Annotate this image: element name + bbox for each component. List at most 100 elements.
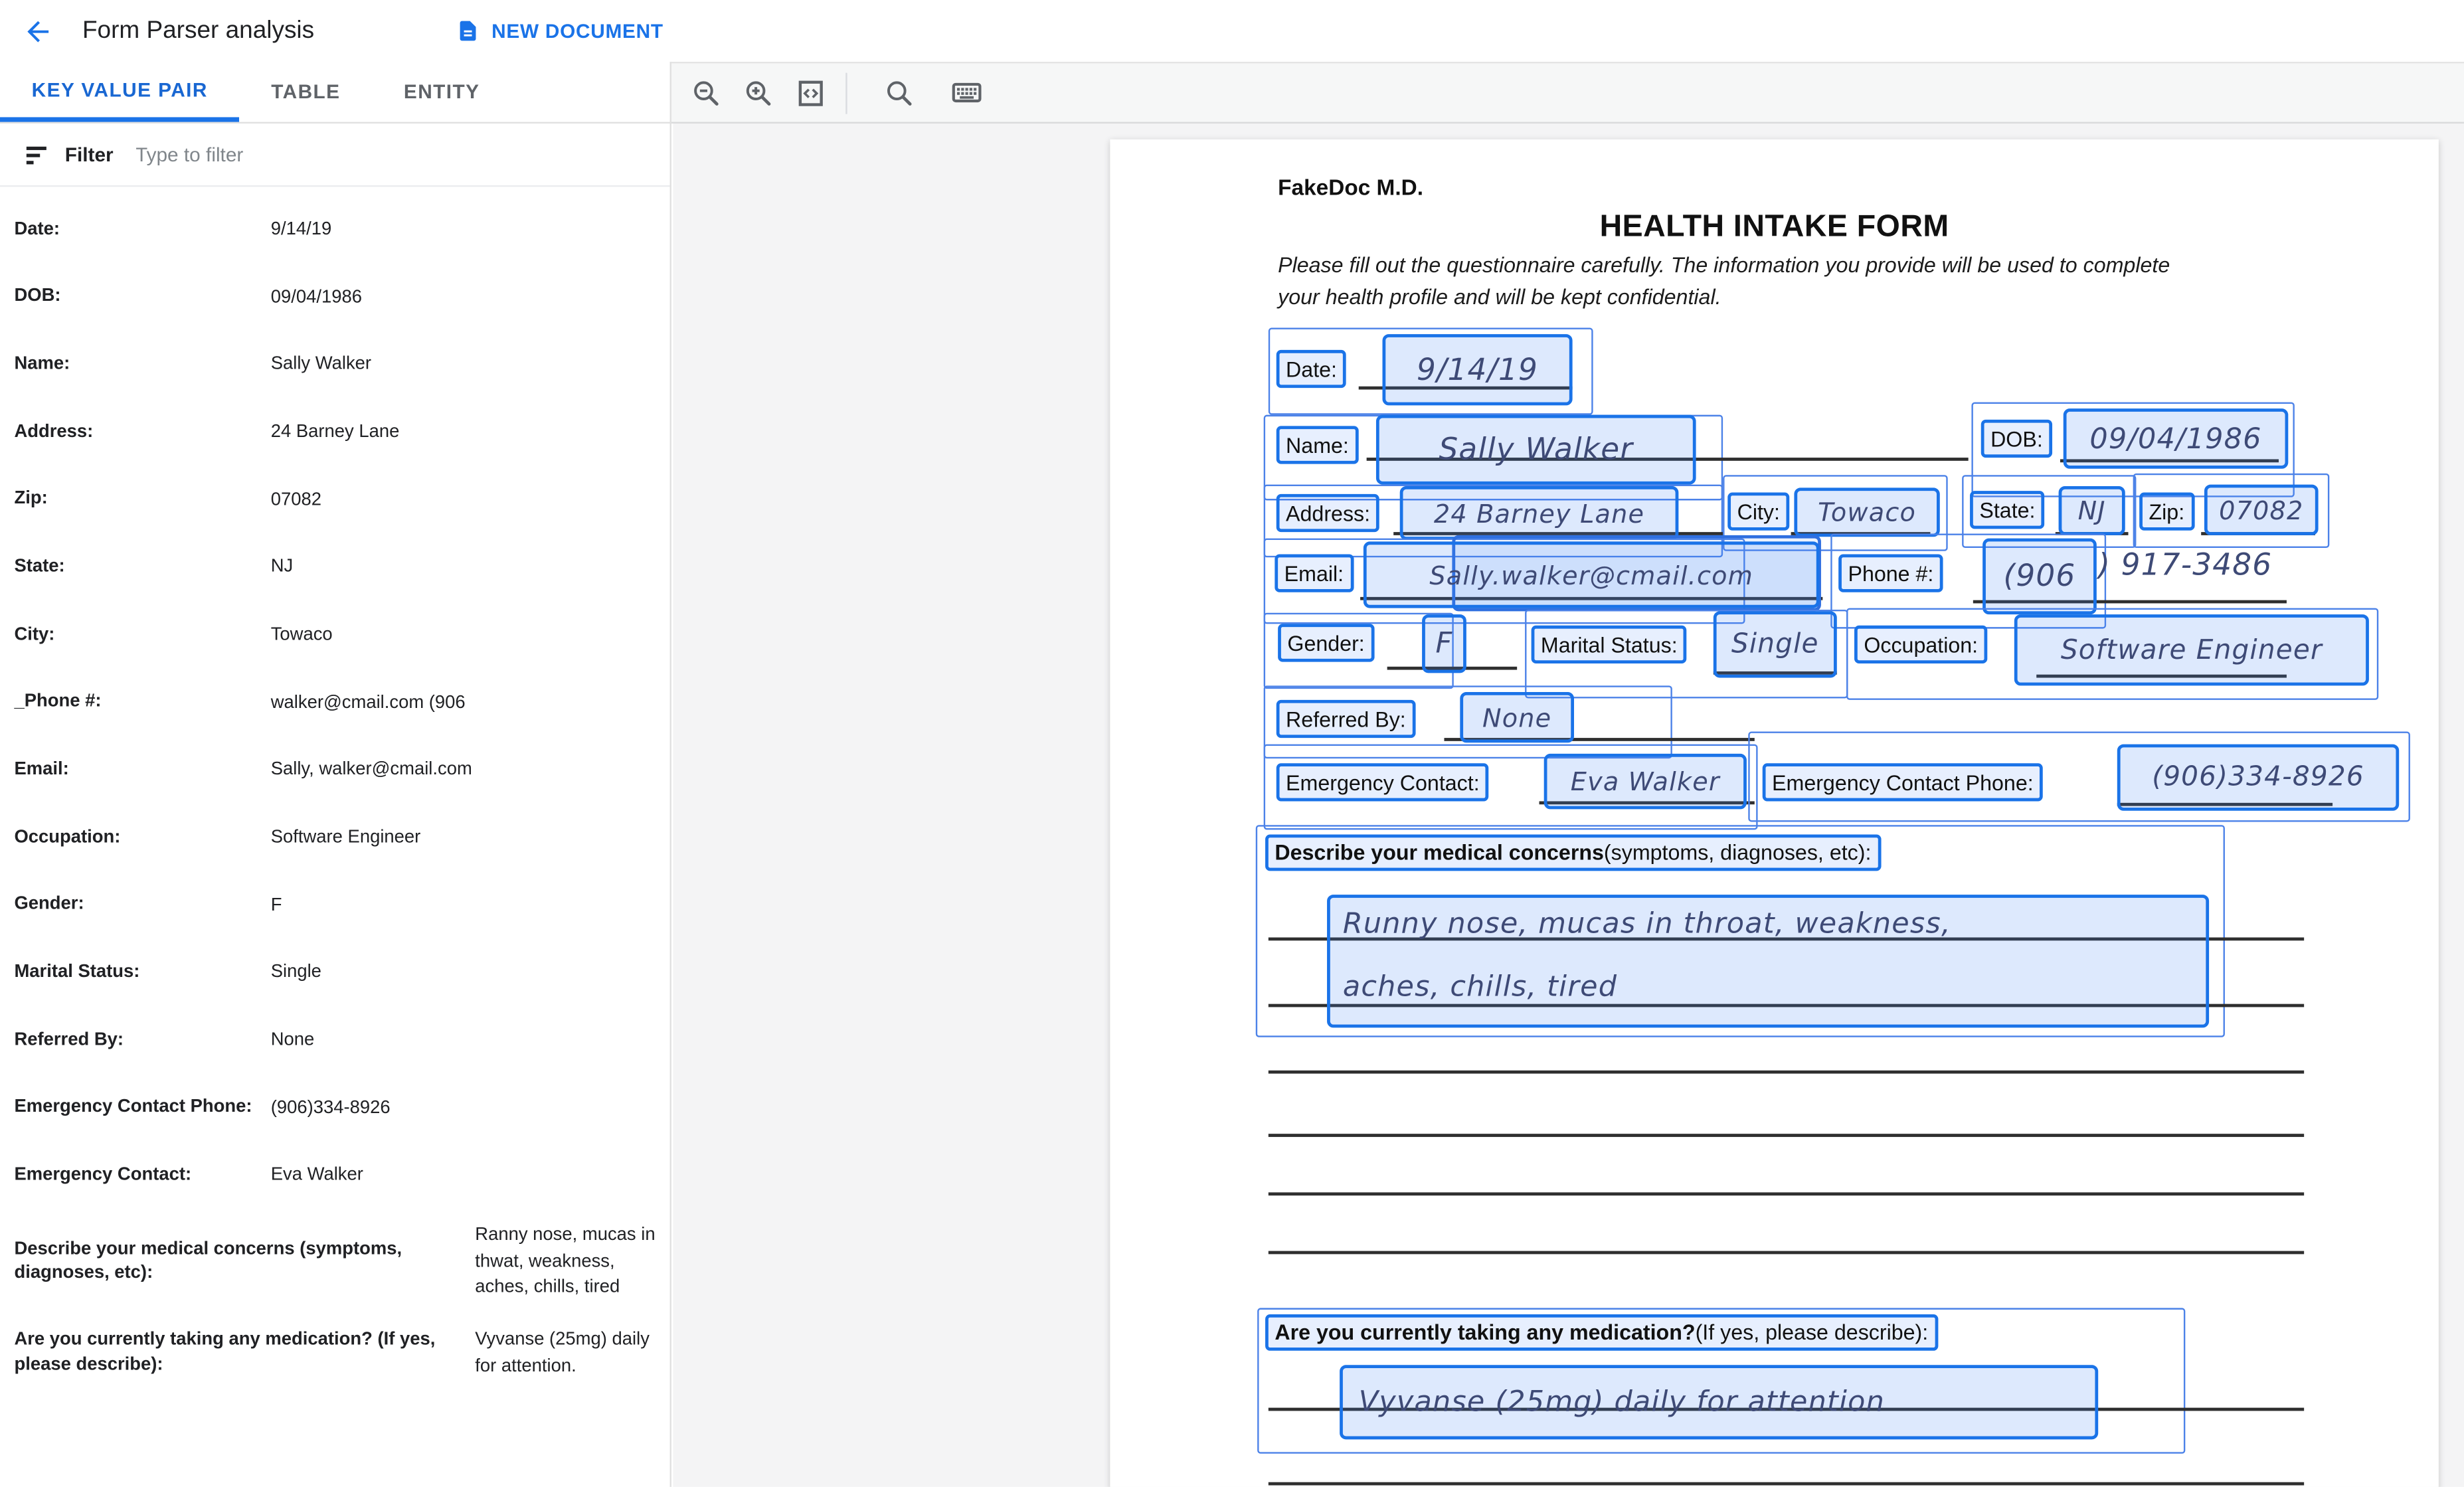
kv-value: 09/04/1986 <box>270 288 362 307</box>
phone-value-box[interactable]: (906 <box>1982 538 2097 615</box>
kv-value: Towaco <box>270 625 333 645</box>
emergency-phone-handwriting: (906)334-8926 <box>2152 761 2364 794</box>
blank-rule-2 <box>1268 1134 2305 1137</box>
kv-key: Describe your medical concerns (symptoms… <box>14 1239 402 1283</box>
kv-value: 24 Barney Lane <box>270 422 400 442</box>
emergency-phone-label-box[interactable]: Emergency Contact Phone: <box>1762 763 2043 802</box>
kv-row-name[interactable]: Name: Sally Walker <box>0 331 670 399</box>
viewer-toolbar <box>671 61 2464 124</box>
gender-label-box[interactable]: Gender: <box>1278 624 1375 662</box>
name-value-box[interactable]: Sally Walker <box>1375 414 1696 485</box>
new-document-button[interactable]: NEW DOCUMENT <box>457 19 663 43</box>
kv-row-zip[interactable]: Zip: 07082 <box>0 467 670 535</box>
kv-row-medical-concerns[interactable]: Describe your medical concerns (symptoms… <box>0 1210 670 1314</box>
marital-label-box[interactable]: Marital Status: <box>1531 625 1687 664</box>
key-value-list: Date: 9/14/19 DOB: 09/04/1986 Name: Sally W… <box>0 187 670 1392</box>
kv-row-state[interactable]: State: NJ <box>0 534 670 602</box>
tab-key-value-pair[interactable]: KEY VALUE PAIR <box>0 62 240 122</box>
kv-row-city[interactable]: City: Towaco <box>0 602 670 669</box>
zip-value-box[interactable]: 07082 <box>2204 484 2319 535</box>
concerns-value-box[interactable]: Runny nose, mucas in throat, weakness, a… <box>1327 895 2210 1028</box>
kv-row-dob[interactable]: DOB: 09/04/1986 <box>0 264 670 331</box>
city-label-box[interactable]: City: <box>1727 492 1790 531</box>
phone-handwriting-highlighted: (906 <box>2003 559 2076 594</box>
key-value-panel: Filter Date: 9/14/19 DOB: 09/04/1986 Name:… <box>0 123 671 1487</box>
emergency-phone-value-box[interactable]: (906)334-8926 <box>2117 744 2400 811</box>
doc-title: HEALTH INTAKE FORM <box>1599 209 1949 244</box>
page-title: Form Parser analysis <box>82 17 315 44</box>
tab-bar: KEY VALUE PAIR TABLE ENTITY <box>0 61 671 124</box>
referred-value-box[interactable]: None <box>1460 691 1574 743</box>
concerns-label-bold: Describe your medical concerns <box>1275 841 1604 865</box>
keyboard-icon[interactable] <box>948 75 983 110</box>
kv-key: _Phone #: <box>14 692 102 712</box>
bounding-box-view-icon[interactable] <box>794 75 828 110</box>
zoom-in-icon[interactable] <box>741 75 776 110</box>
medication-label-rest: (If yes, please describe): <box>1695 1320 1929 1345</box>
occupation-handwriting: Software Engineer <box>2060 634 2323 666</box>
dob-value-box[interactable]: 09/04/1986 <box>2063 408 2289 469</box>
dob-label-box[interactable]: DOB: <box>1980 419 2053 458</box>
date-value-box[interactable]: 9/14/19 <box>1382 334 1573 406</box>
filter-row: Filter <box>0 124 670 187</box>
kv-row-medication[interactable]: Are you currently taking any medication?… <box>0 1314 670 1393</box>
blank-rule-1 <box>1268 1070 2305 1074</box>
filter-input[interactable] <box>132 141 670 167</box>
kv-value: Software Engineer <box>270 828 421 847</box>
state-value-box[interactable]: NJ <box>2058 485 2125 535</box>
tab-table[interactable]: TABLE <box>240 62 373 122</box>
kv-value: Eva Walker <box>270 1166 363 1185</box>
blank-rule-3 <box>1268 1192 2305 1196</box>
kv-row-emergency-contact-phone[interactable]: Emergency Contact Phone: (906)334-8926 <box>0 1075 670 1142</box>
kv-value: None <box>270 1031 315 1050</box>
filter-icon <box>26 145 46 164</box>
gender-value-box[interactable]: F <box>1422 614 1466 673</box>
kv-row-occupation[interactable]: Occupation: Software Engineer <box>0 804 670 872</box>
state-label-box[interactable]: State: <box>1970 491 2045 529</box>
kv-value: (906)334-8926 <box>270 1098 391 1118</box>
kv-row-emergency-contact[interactable]: Emergency Contact: Eva Walker <box>0 1142 670 1210</box>
city-value-box[interactable]: Towaco <box>1794 487 1940 537</box>
document-viewer[interactable]: FakeDoc M.D. HEALTH INTAKE FORM Please f… <box>673 123 2464 1487</box>
kv-row-email[interactable]: Email: Sally, walker@cmail.com <box>0 737 670 805</box>
kv-key: Date: <box>14 219 60 239</box>
city-handwriting: Towaco <box>1818 497 1917 527</box>
email-label-box[interactable]: Email: <box>1275 554 1354 592</box>
kv-row-referred-by[interactable]: Referred By: None <box>0 1007 670 1075</box>
name-label-box[interactable]: Name: <box>1276 426 1359 464</box>
medication-label-box[interactable]: Are you currently taking any medication?… <box>1265 1314 1938 1351</box>
concerns-label-rest: (symptoms, diagnoses, etc): <box>1603 841 1872 865</box>
medication-value-box[interactable]: Vyvanse (25mg) daily for attention <box>1340 1365 2099 1440</box>
kv-row-address[interactable]: Address: 24 Barney Lane <box>0 399 670 467</box>
kv-row-date[interactable]: Date: 9/14/19 <box>0 197 670 264</box>
concerns-label-box[interactable]: Describe your medical concerns (symptoms… <box>1265 834 1881 871</box>
kv-row-marital-status[interactable]: Marital Status: Single <box>0 940 670 1007</box>
marital-value-box[interactable]: Single <box>1713 611 1837 678</box>
phone-label-box[interactable]: Phone #: <box>1838 554 1943 592</box>
referred-label-box[interactable]: Referred By: <box>1276 699 1416 739</box>
kv-key: Occupation: <box>14 828 121 847</box>
tab-entity[interactable]: ENTITY <box>372 62 511 122</box>
address-value-box[interactable]: 24 Barney Lane <box>1399 485 1679 541</box>
kv-row-phone[interactable]: _Phone #: walker@cmail.com (906 <box>0 669 670 737</box>
occupation-label-box[interactable]: Occupation: <box>1854 625 1988 664</box>
search-icon[interactable] <box>882 75 917 110</box>
kv-value: 9/14/19 <box>270 220 332 240</box>
email-value-box[interactable]: Sally.walker@cmail.com <box>1363 541 1820 608</box>
kv-key: Emergency Contact: <box>14 1165 192 1185</box>
kv-value: Sally Walker <box>270 355 372 375</box>
kv-key: Address: <box>14 422 94 442</box>
medication-label-bold: Are you currently taking any medication? <box>1275 1320 1696 1345</box>
back-arrow-icon[interactable] <box>19 12 57 50</box>
zip-label-box[interactable]: Zip: <box>2139 492 2194 531</box>
kv-row-gender[interactable]: Gender: F <box>0 872 670 940</box>
document-page: FakeDoc M.D. HEALTH INTAKE FORM Please f… <box>1110 139 2439 1487</box>
date-label-box[interactable]: Date: <box>1276 349 1347 389</box>
doc-intro-line2: your health profile and will be kept con… <box>1278 285 1721 309</box>
address-label-box[interactable]: Address: <box>1276 493 1380 533</box>
occupation-value-box[interactable]: Software Engineer <box>2014 614 2369 686</box>
concerns-handwriting-line2: aches, chills, tired <box>1342 970 1618 1004</box>
emergency-contact-value-box[interactable]: Eva Walker <box>1543 753 1747 810</box>
emergency-contact-label-box[interactable]: Emergency Contact: <box>1276 763 1489 802</box>
zoom-out-icon[interactable] <box>689 75 723 110</box>
